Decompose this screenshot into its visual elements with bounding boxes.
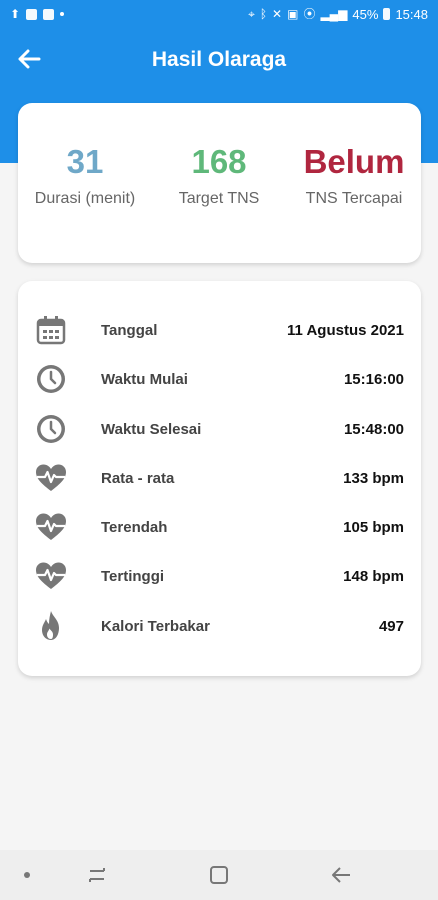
row-value: 11 Agustus 2021 <box>286 321 404 339</box>
stat-value: 168 <box>191 143 247 180</box>
stat-label: Target TNS <box>178 190 260 207</box>
row-label: Waktu Selesai <box>101 420 202 438</box>
system-nav-bar <box>0 850 438 900</box>
detail-row-end-time: Waktu Selesai 15:48:00 <box>18 407 421 451</box>
stat-duration: 31 Durasi (menit) <box>18 145 152 208</box>
stat-value: 31 <box>66 143 104 180</box>
detail-row-lowest: Terendah 105 bpm <box>18 505 421 549</box>
mute-icon: ✕ <box>272 7 283 21</box>
stat-value: Belum <box>303 143 405 180</box>
mail-icon <box>43 8 55 20</box>
row-value: 105 bpm <box>343 518 404 536</box>
stat-tns-reached: Belum TNS Tercapai <box>287 145 421 208</box>
battery-icon <box>383 8 391 20</box>
stat-label: Durasi (menit) <box>34 190 136 207</box>
row-label: Tanggal <box>101 321 158 339</box>
location-icon: ⌖ <box>248 7 255 21</box>
clock-icon <box>34 362 68 396</box>
heart-rate-icon <box>34 559 68 593</box>
battery-percent: 45% <box>352 6 379 22</box>
heart-rate-icon <box>34 510 68 544</box>
dot-icon <box>60 12 65 16</box>
nfc-icon: ▣ <box>287 7 299 21</box>
row-value: 148 bpm <box>343 567 404 585</box>
row-label: Terendah <box>101 518 168 536</box>
status-system: ⌖ ᛒ ✕ ▣ ⦿ ▂▄▆ 45% 15:48 <box>248 7 428 22</box>
row-value: 15:16:00 <box>343 370 404 388</box>
row-label: Tertinggi <box>101 567 165 585</box>
row-label: Kalori Terbakar <box>101 617 210 635</box>
row-label: Rata - rata <box>101 469 175 487</box>
calendar-icon <box>34 313 68 347</box>
stat-label: TNS Tercapai <box>305 190 403 207</box>
row-value: 497 <box>378 617 404 635</box>
page-title: Hasil Olaraga <box>151 48 287 71</box>
nav-dot-button[interactable] <box>12 863 42 887</box>
row-value: 15:48:00 <box>343 420 404 438</box>
dot-icon <box>24 872 30 878</box>
clock-icon <box>34 412 68 446</box>
heart-rate-icon <box>34 461 68 495</box>
summary-card: 31 Durasi (menit) 168 Target TNS Belum T… <box>18 103 421 263</box>
back-arrow-icon <box>332 867 350 883</box>
fire-icon <box>34 609 68 643</box>
status-bar: ⬆ ⌖ ᛒ ✕ ▣ ⦿ ▂▄▆ 45% 15:48 <box>0 0 438 28</box>
home-square-icon <box>210 866 228 884</box>
recent-apps-button[interactable] <box>82 863 112 887</box>
nav-back-button[interactable] <box>326 863 356 887</box>
wifi-icon: ⦿ <box>303 7 316 21</box>
clock-time: 15:48 <box>395 6 428 22</box>
bluetooth-icon: ᛒ <box>259 7 268 21</box>
recent-apps-icon <box>89 868 105 882</box>
detail-row-start-time: Waktu Mulai 15:16:00 <box>18 357 421 401</box>
notification-icon: ⬆ <box>10 7 21 21</box>
detail-row-date: Tanggal 11 Agustus 2021 <box>18 308 421 352</box>
row-label: Waktu Mulai <box>101 370 188 388</box>
detail-row-calories: Kalori Terbakar 497 <box>18 604 421 648</box>
status-notifications: ⬆ <box>10 7 65 21</box>
home-button[interactable] <box>204 863 234 887</box>
detail-card: Tanggal 11 Agustus 2021 Waktu Mulai 15:1… <box>18 281 421 676</box>
row-value: 133 bpm <box>343 469 404 487</box>
detail-row-average: Rata - rata 133 bpm <box>18 456 421 500</box>
image-icon <box>26 8 38 20</box>
signal-icon: ▂▄▆ <box>320 7 348 21</box>
detail-row-highest: Tertinggi 148 bpm <box>18 554 421 598</box>
stat-target-tns: 168 Target TNS <box>152 145 286 208</box>
